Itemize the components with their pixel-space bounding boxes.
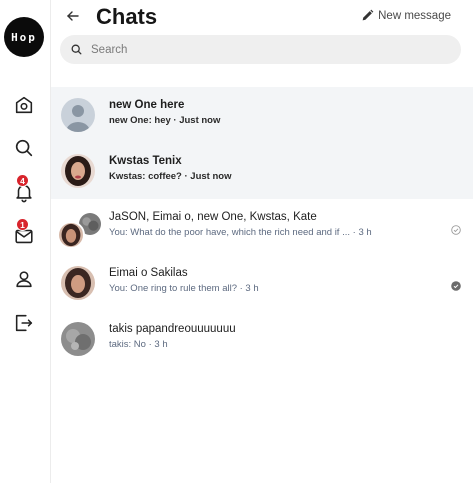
- chat-preview: new One: hey · Just now: [109, 115, 221, 126]
- chat-preview: You: One ring to rule them all? · 3 h: [109, 283, 259, 294]
- search-icon: [71, 44, 82, 55]
- woman-photo-avatar: [61, 154, 95, 188]
- default-avatar: [61, 98, 95, 132]
- logout-icon[interactable]: [12, 311, 36, 335]
- woman-photo-avatar: [61, 266, 95, 300]
- messages-badge: 1: [16, 218, 29, 231]
- chat-name: Eimai o Sakilas: [109, 267, 188, 279]
- sidebar: Hop 4 1: [0, 0, 51, 483]
- chat-preview: You: What do the poor have, which the ri…: [109, 227, 372, 238]
- chat-name: new One here: [109, 99, 185, 111]
- chat-item[interactable]: JaSON, Eimai o, new One, Kwstas, Kate Yo…: [51, 199, 473, 255]
- chat-list: new One here new One: hey · Just now Kws…: [51, 87, 473, 367]
- chat-item[interactable]: takis papandreouuuuuuu takis: No · 3 h: [51, 311, 473, 367]
- chat-item[interactable]: Kwstas Tenix Kwstas: coffee? · Just now: [51, 143, 473, 199]
- chats-panel: Chats New message new One here new One: …: [51, 0, 473, 483]
- member-avatar: [57, 221, 85, 249]
- cat-photo-avatar: [61, 322, 95, 356]
- search-icon[interactable]: [12, 136, 36, 160]
- person-icon: [61, 98, 95, 132]
- page-title: Chats: [96, 4, 158, 29]
- new-message-label: New message: [378, 9, 451, 22]
- chat-item[interactable]: Eimai o Sakilas You: One ring to rule th…: [51, 255, 473, 311]
- read-check-icon: [451, 278, 461, 291]
- back-arrow-icon[interactable]: [65, 8, 81, 24]
- notifications-badge: 4: [16, 174, 29, 187]
- group-avatar: [57, 209, 103, 249]
- avatar: [61, 266, 95, 300]
- home-icon[interactable]: [12, 93, 36, 117]
- chat-name: Kwstas Tenix: [109, 155, 182, 167]
- chat-preview: takis: No · 3 h: [109, 339, 168, 350]
- sent-check-icon: [451, 222, 461, 235]
- chat-name: JaSON, Eimai o, new One, Kwstas, Kate: [109, 211, 317, 223]
- chat-name: takis papandreouuuuuuu: [109, 323, 236, 335]
- messages-nav[interactable]: 1: [12, 218, 36, 248]
- user-icon[interactable]: [12, 267, 36, 291]
- pencil-icon: [362, 9, 374, 21]
- chat-item[interactable]: new One here new One: hey · Just now: [51, 87, 473, 143]
- app-logo[interactable]: Hop: [4, 17, 44, 57]
- chat-preview: Kwstas: coffee? · Just now: [109, 171, 232, 182]
- search-bar[interactable]: [60, 35, 461, 64]
- search-input[interactable]: [91, 43, 431, 56]
- avatar: [61, 154, 95, 188]
- avatar: [61, 322, 95, 356]
- notifications-nav[interactable]: 4: [12, 174, 36, 204]
- new-message-button[interactable]: New message: [361, 9, 451, 22]
